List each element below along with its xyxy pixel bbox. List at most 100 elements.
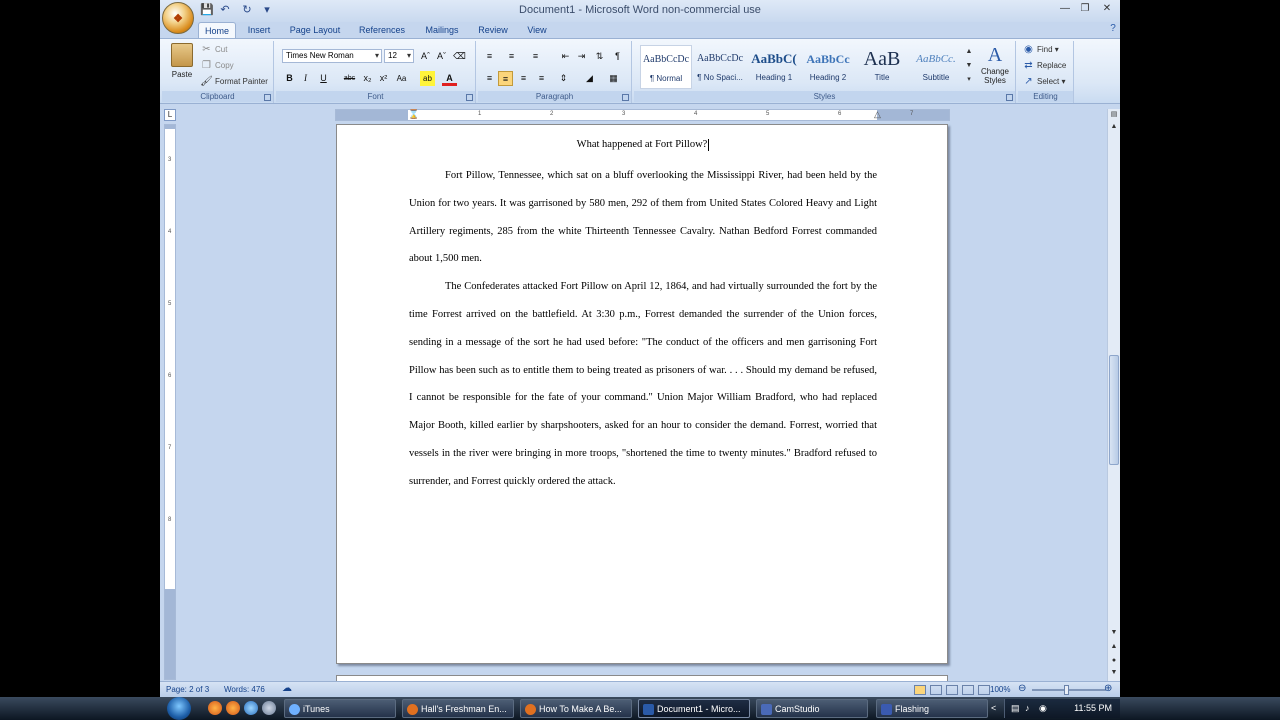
taskbar-item-flashing[interactable]: Flashing (876, 699, 988, 718)
web-layout-icon[interactable] (946, 685, 958, 695)
style-title[interactable]: AaB Title (856, 45, 908, 89)
clear-format-icon[interactable]: ⌫ (452, 49, 467, 64)
font-dialog-launcher[interactable] (466, 94, 473, 101)
grow-font-icon[interactable]: Aˆ (418, 49, 433, 64)
close-icon[interactable]: ✕ (1098, 2, 1116, 16)
zoom-slider[interactable] (1032, 689, 1106, 691)
sort-icon[interactable]: ⇅ (592, 49, 607, 64)
start-button[interactable] (167, 697, 191, 720)
help-icon[interactable]: ? (1104, 22, 1120, 36)
tray-app-icon[interactable]: ◉ (1039, 699, 1047, 718)
copy-button[interactable]: ❐ Copy (200, 59, 234, 73)
tab-review[interactable]: Review (474, 22, 512, 39)
style-no-spacing[interactable]: AaBbCcDc ¶ No Spaci... (694, 45, 746, 89)
font-size-select[interactable]: 12 (384, 49, 414, 63)
minimize-icon[interactable]: — (1056, 2, 1074, 16)
volume-icon[interactable]: ♪ (1025, 699, 1030, 718)
taskbar-item-itunes[interactable]: iTunes (284, 699, 396, 718)
horizontal-ruler[interactable]: ⌛ 1 2 3 4 5 6 △ 7 (335, 109, 950, 121)
font-color-icon[interactable]: A (442, 71, 457, 86)
scroll-down-icon[interactable]: ▼ (1108, 627, 1120, 639)
style-heading-2[interactable]: AaBbCc Heading 2 (802, 45, 854, 89)
tray-expand-icon[interactable]: < (991, 699, 996, 718)
browse-object-icon[interactable]: ● (1108, 655, 1120, 667)
styles-scroll[interactable]: ▲ ▼ ▾ (965, 45, 973, 89)
decrease-indent-icon[interactable]: ⇤ (558, 49, 573, 64)
font-name-select[interactable]: Times New Roman (282, 49, 382, 63)
zoom-slider-knob[interactable] (1064, 685, 1069, 695)
network-icon[interactable]: ▤ (1011, 699, 1020, 718)
firefox-icon[interactable] (208, 701, 222, 715)
increase-indent-icon[interactable]: ⇥ (574, 49, 589, 64)
document-page[interactable]: What happened at Fort Pillow? Fort Pillo… (336, 124, 948, 664)
office-button[interactable]: ❖ (162, 2, 194, 34)
ie-icon[interactable] (244, 701, 258, 715)
borders-icon[interactable]: ▦ (606, 71, 621, 86)
outline-icon[interactable] (962, 685, 974, 695)
strikethrough-button[interactable]: abc (342, 71, 357, 86)
taskbar-item-camstudio[interactable]: CamStudio (756, 699, 868, 718)
subscript-button[interactable]: x₂ (360, 71, 375, 86)
align-left-icon[interactable]: ≡ (482, 71, 497, 86)
tab-references[interactable]: References (354, 22, 410, 39)
bullets-icon[interactable]: ≡ (482, 49, 497, 64)
vertical-ruler[interactable]: 3 4 5 6 7 8 (164, 124, 176, 680)
style-normal[interactable]: AaBbCcDc ¶ Normal (640, 45, 692, 89)
highlight-icon[interactable]: ab (420, 71, 435, 86)
clock[interactable]: 11:55 PM (1074, 699, 1112, 718)
styles-dialog-launcher[interactable] (1006, 94, 1013, 101)
paragraph-dialog-launcher[interactable] (622, 94, 629, 101)
draft-icon[interactable] (978, 685, 990, 695)
previous-page-icon[interactable]: ▲ (1108, 641, 1120, 653)
superscript-button[interactable]: x² (376, 71, 391, 86)
find-button[interactable]: ◉ Find ▾ (1022, 43, 1059, 57)
ruler-toggle-icon[interactable]: ▤ (1108, 109, 1120, 121)
replace-button[interactable]: ⇄ Replace (1022, 59, 1066, 73)
word-count[interactable]: Words: 476 (224, 685, 265, 694)
show-marks-icon[interactable]: ¶ (610, 49, 625, 64)
show-desktop-icon[interactable] (262, 701, 276, 715)
zoom-level[interactable]: 100% (990, 685, 1010, 694)
next-page-icon[interactable]: ▼ (1108, 667, 1120, 679)
proofing-icon[interactable]: ☁ (282, 683, 292, 694)
tab-view[interactable]: View (520, 22, 554, 39)
document-body[interactable]: What happened at Fort Pillow? Fort Pillo… (409, 135, 877, 496)
tab-insert[interactable]: Insert (240, 22, 278, 39)
tab-selector[interactable]: L (164, 109, 176, 121)
format-painter-button[interactable]: 🖌 Format Painter (200, 75, 268, 89)
shrink-font-icon[interactable]: Aˇ (434, 49, 449, 64)
clipboard-dialog-launcher[interactable] (264, 94, 271, 101)
zoom-in-icon[interactable]: ⊕ (1104, 683, 1112, 694)
cut-button[interactable]: ✂ Cut (200, 43, 227, 57)
line-spacing-icon[interactable]: ⇕ (556, 71, 571, 86)
change-styles-button[interactable]: A Change Styles (976, 43, 1014, 91)
align-center-icon[interactable]: ≡ (498, 71, 513, 86)
taskbar-item-firefox-2[interactable]: How To Make A Be... (520, 699, 632, 718)
scroll-thumb[interactable] (1109, 355, 1119, 465)
print-layout-icon[interactable] (914, 685, 926, 695)
zoom-out-icon[interactable]: ⊖ (1018, 683, 1026, 694)
style-subtitle[interactable]: AaBbCc. Subtitle (910, 45, 962, 89)
taskbar-item-word[interactable]: Document1 - Micro... (638, 699, 750, 718)
tab-mailings[interactable]: Mailings (418, 22, 466, 39)
justify-icon[interactable]: ≡ (534, 71, 549, 86)
numbering-icon[interactable]: ≡ (504, 49, 519, 64)
paste-button[interactable]: Paste (168, 43, 196, 83)
taskbar-item-firefox-1[interactable]: Hall's Freshman En... (402, 699, 514, 718)
shading-icon[interactable]: ◢ (582, 71, 597, 86)
change-case-button[interactable]: Aa (394, 71, 409, 86)
tab-page-layout[interactable]: Page Layout (286, 22, 344, 39)
full-screen-reading-icon[interactable] (930, 685, 942, 695)
multilevel-list-icon[interactable]: ≡ (528, 49, 543, 64)
page-count[interactable]: Page: 2 of 3 (166, 685, 209, 694)
maximize-icon[interactable]: ❐ (1076, 2, 1094, 16)
right-indent-marker[interactable]: △ (874, 109, 881, 120)
firefox-icon[interactable] (226, 701, 240, 715)
vertical-scrollbar[interactable]: ▤ ▲ ▼ ▲ ● ▼ (1107, 109, 1120, 681)
italic-button[interactable]: I (298, 71, 313, 86)
scroll-up-icon[interactable]: ▲ (1108, 121, 1120, 133)
select-button[interactable]: ↗ Select ▾ (1022, 75, 1065, 89)
align-right-icon[interactable]: ≡ (516, 71, 531, 86)
tab-home[interactable]: Home (198, 22, 236, 39)
indent-marker[interactable]: ⌛ (408, 109, 419, 120)
